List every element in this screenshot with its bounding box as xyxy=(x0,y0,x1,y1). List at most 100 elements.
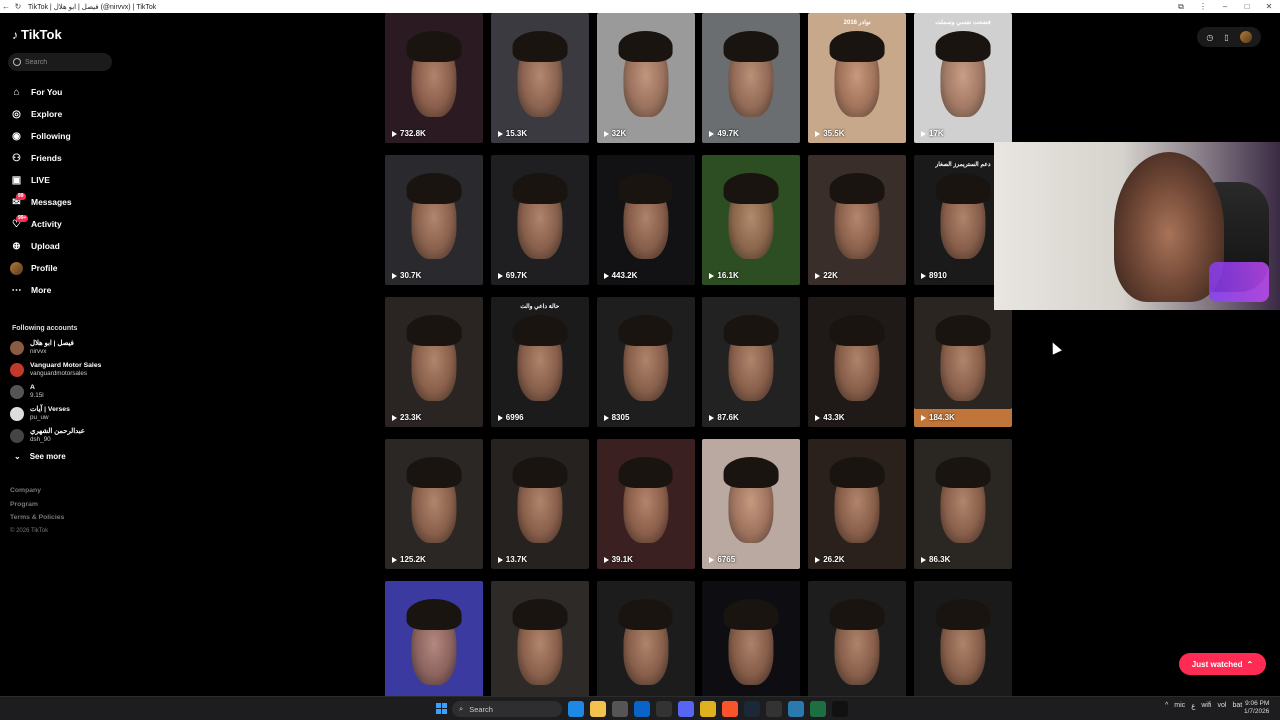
video-tile[interactable]: 39.1K xyxy=(596,439,695,569)
video-tile[interactable]: 16.1K xyxy=(702,155,801,285)
taskbar-search[interactable]: ⌕ Search xyxy=(452,701,562,717)
maximize-button[interactable]: □ xyxy=(1236,2,1258,11)
video-tile[interactable] xyxy=(702,581,801,696)
chrome-icon[interactable] xyxy=(700,701,716,717)
clock-icon[interactable]: ◷ xyxy=(1206,33,1213,42)
video-tile[interactable]: 86.3K xyxy=(914,439,1012,569)
tray-item[interactable]: wifi xyxy=(1201,702,1211,710)
steam-icon[interactable] xyxy=(656,701,672,717)
video-tile[interactable]: 26.2K xyxy=(808,439,907,569)
menu-item-friends[interactable]: ⚇ Friends xyxy=(10,147,125,169)
following-account[interactable]: عبدالرحمن الشهري dsh_90 xyxy=(10,425,125,447)
reload-icon[interactable]: ↻ xyxy=(12,0,24,13)
user-avatar[interactable] xyxy=(1239,31,1252,43)
obs-icon[interactable] xyxy=(766,701,782,717)
brave-icon[interactable] xyxy=(722,701,738,717)
see-more-button[interactable]: ⌄ See more xyxy=(10,447,125,465)
following-account[interactable]: Vanguard Motor Sales vanguardmotorsales xyxy=(10,359,125,381)
avatar xyxy=(10,429,24,443)
video-tile[interactable]: 125.2K xyxy=(385,439,483,569)
menu-item-profile[interactable]: Profile xyxy=(10,257,125,279)
video-tile[interactable]: 22K xyxy=(808,155,907,285)
video-tile[interactable] xyxy=(914,581,1012,696)
view-count-text: 32K xyxy=(611,129,627,138)
system-clock[interactable]: 9:06 PM 1/7/2026 xyxy=(1244,700,1269,716)
video-tile[interactable]: حالة داعي والت 6996 xyxy=(490,297,589,427)
video-tile[interactable]: 30.7K xyxy=(385,155,483,285)
video-tile[interactable]: 49.7K xyxy=(702,13,801,143)
video-tile[interactable]: 13.7K xyxy=(490,439,589,569)
menu-item-for-you[interactable]: ⌂ For You xyxy=(10,81,125,103)
menu-item-explore[interactable]: ◎ Explore xyxy=(10,103,125,125)
video-tile[interactable]: 184.3K xyxy=(914,297,1012,427)
video-tile[interactable]: نوادر 2016 35.5K xyxy=(808,13,907,143)
menu-item-live[interactable]: ▣ LIVE xyxy=(10,169,125,191)
view-count: 17K xyxy=(921,129,944,138)
video-tile[interactable]: فضحت نفسي وسملت 17K xyxy=(914,13,1012,143)
menu-item-following[interactable]: ◉ Following xyxy=(10,125,125,147)
video-tile[interactable]: 8305 xyxy=(596,297,695,427)
thumbnail-hair xyxy=(406,457,462,489)
phone-icon[interactable]: ▯ xyxy=(1224,33,1228,42)
just-watched-button[interactable]: Just watched ⌃ xyxy=(1179,653,1266,675)
account-names: عبدالرحمن الشهري dsh_90 xyxy=(30,428,85,444)
following-account[interactable]: فيصل | ابو هلال nirvvx xyxy=(10,337,125,359)
footer-terms[interactable]: Terms & Policies xyxy=(10,511,64,525)
tiktok-logo[interactable]: ♪ TikTok xyxy=(12,27,62,42)
footer-company[interactable]: Company xyxy=(10,484,64,498)
video-tile[interactable]: 32K xyxy=(596,13,695,143)
outlook-icon[interactable] xyxy=(634,701,650,717)
windows-start-icon[interactable] xyxy=(436,703,447,714)
play-icon xyxy=(709,272,715,279)
messages-icon: ✉ 99 xyxy=(12,192,26,208)
network-icon[interactable] xyxy=(788,701,804,717)
edge-icon[interactable] xyxy=(568,701,584,717)
back-arrow-icon[interactable]: ← xyxy=(0,0,12,13)
video-tile[interactable] xyxy=(490,581,589,696)
account-handle: 9.15l xyxy=(30,392,44,399)
footer-program[interactable]: Program xyxy=(10,498,64,512)
search-box[interactable] xyxy=(8,53,112,71)
video-tile[interactable]: 69.7K xyxy=(490,155,589,285)
tray-item[interactable]: ^ xyxy=(1165,702,1168,710)
menu-dots-icon[interactable]: ⋮ xyxy=(1192,2,1214,11)
tray-item[interactable]: ع xyxy=(1191,702,1195,710)
following-accounts-list: فيصل | ابو هلال nirvvx Vanguard Motor Sale… xyxy=(10,337,125,465)
menu-item-label: Explore xyxy=(31,109,63,119)
video-tile[interactable]: 43.3K xyxy=(808,297,907,427)
video-tile[interactable]: 15.3K xyxy=(490,13,589,143)
thumbnail-hair xyxy=(512,173,568,205)
video-tile[interactable]: 443.2K xyxy=(596,155,695,285)
folder-icon[interactable] xyxy=(590,701,606,717)
live-icon: ▣ xyxy=(11,174,22,186)
tray-item[interactable]: mic xyxy=(1174,702,1185,710)
excel-icon[interactable] xyxy=(810,701,826,717)
video-tile[interactable]: 6765 xyxy=(702,439,801,569)
store-icon[interactable] xyxy=(612,701,628,717)
video-tile[interactable] xyxy=(385,581,483,696)
notification-badge: 99 xyxy=(16,192,26,200)
following-account[interactable]: آيات | Verses pu_uw xyxy=(10,403,125,425)
video-tile[interactable] xyxy=(596,581,695,696)
tray-item[interactable]: vol xyxy=(1218,702,1227,710)
tiktok-icon[interactable] xyxy=(832,701,848,717)
following-account[interactable]: A 9.15l xyxy=(10,381,125,403)
video-tile[interactable]: 732.8K xyxy=(385,13,483,143)
menu-item-activity[interactable]: ♡ 99+ Activity xyxy=(10,213,125,235)
steam2-icon[interactable] xyxy=(744,701,760,717)
thumbnail-hair xyxy=(935,599,991,631)
extensions-icon[interactable]: ⧉ xyxy=(1170,2,1192,12)
tray-item[interactable]: bat xyxy=(1232,702,1242,710)
menu-item-messages[interactable]: ✉ 99 Messages xyxy=(10,191,125,213)
video-tile[interactable] xyxy=(808,581,907,696)
discord-icon[interactable] xyxy=(678,701,694,717)
search-input[interactable] xyxy=(25,58,105,66)
close-button[interactable]: ✕ xyxy=(1258,2,1280,11)
menu-item-upload[interactable]: ⊕ Upload xyxy=(10,235,125,257)
menu-item-more[interactable]: ⋯ More xyxy=(10,279,125,301)
copyright: © 2026 TikTok xyxy=(10,527,49,534)
video-tile[interactable]: 23.3K xyxy=(385,297,483,427)
video-tile[interactable]: 87.6K xyxy=(702,297,801,427)
view-count-text: 443.2K xyxy=(611,271,638,280)
minimize-button[interactable]: – xyxy=(1214,2,1236,11)
